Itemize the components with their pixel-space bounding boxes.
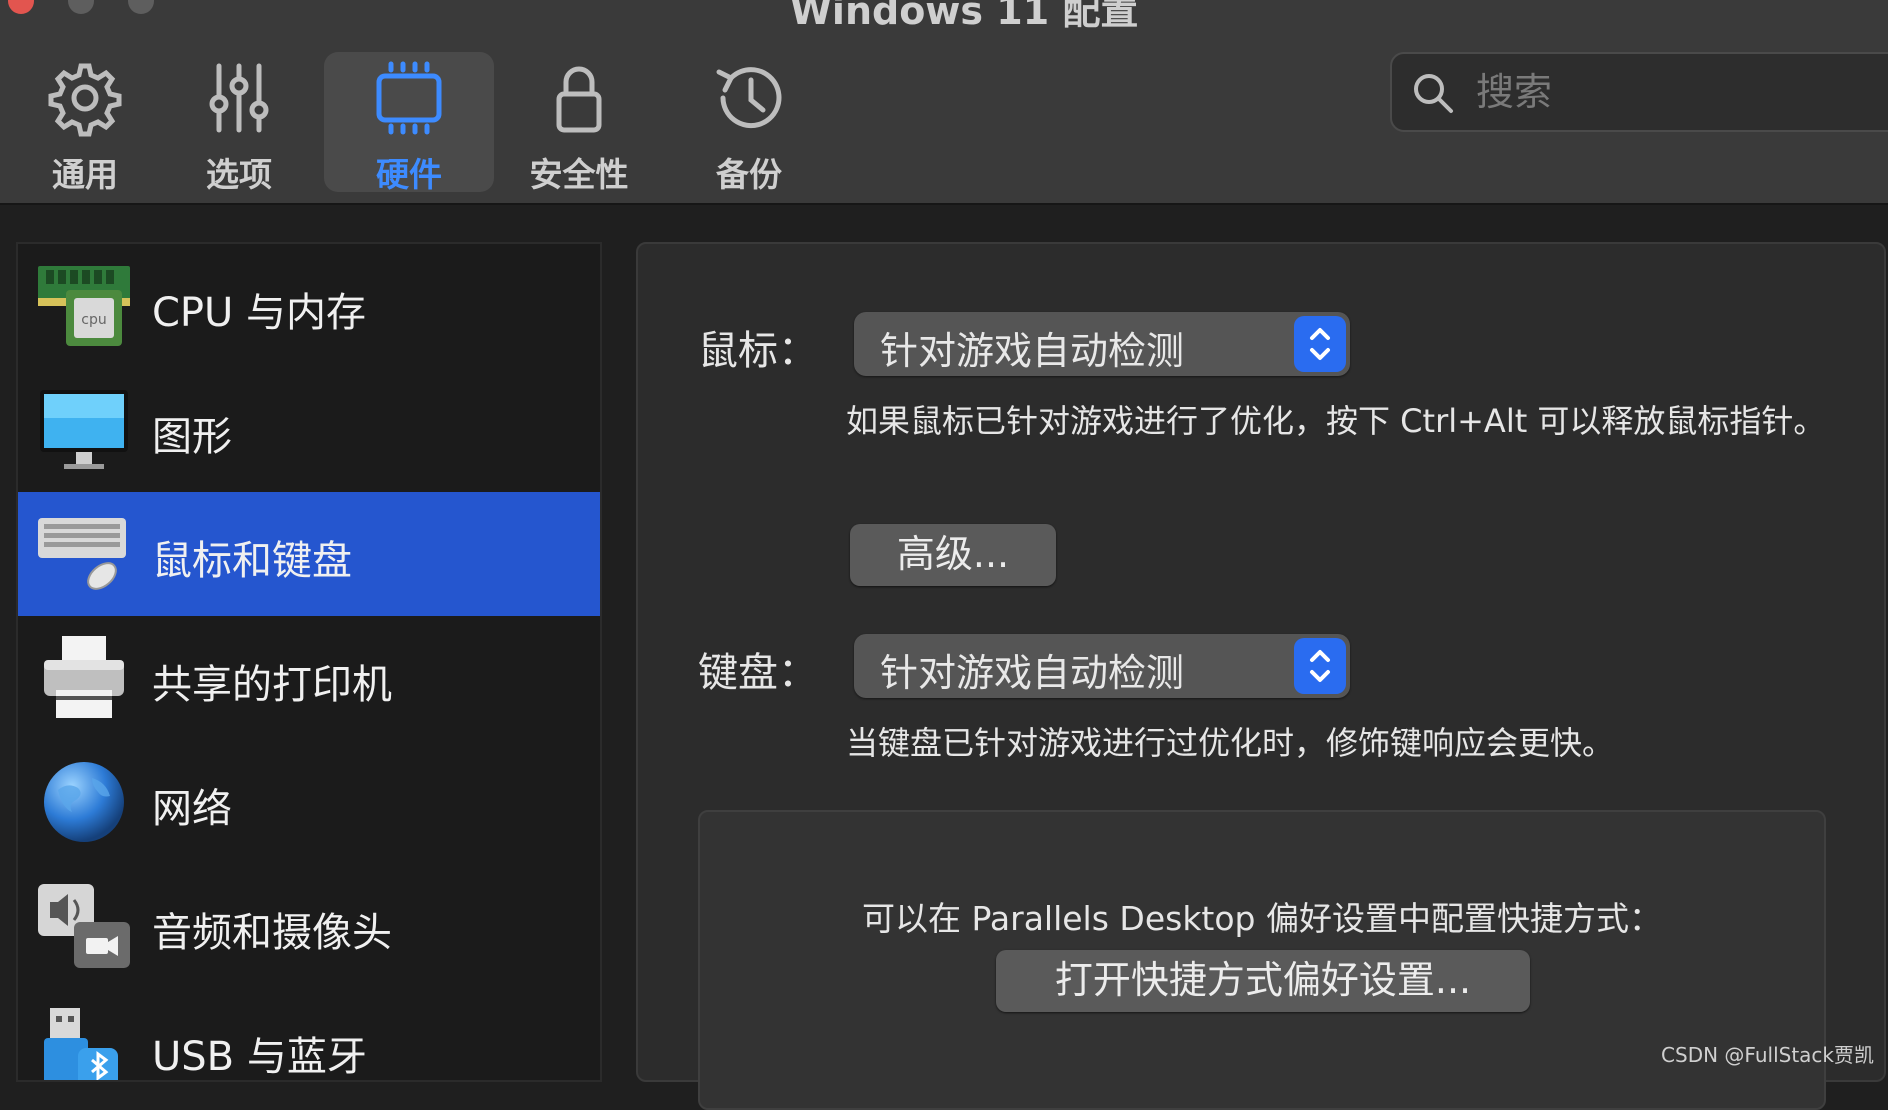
keyboard-mode-select[interactable]: 针对游戏自动检测	[854, 634, 1350, 698]
usb-bluetooth-icon	[36, 1004, 132, 1082]
chevron-up-down-icon	[1294, 316, 1346, 372]
keyboard-mode-value: 针对游戏自动检测	[880, 642, 1184, 697]
shortcuts-box: 可以在 Parallels Desktop 偏好设置中配置快捷方式： 打开快捷方…	[698, 810, 1826, 1110]
mouse-description: 如果鼠标已针对游戏进行了优化，按下 Ctrl+Alt 可以释放鼠标指针。	[846, 396, 1846, 446]
window-title: Windows 11 配置	[790, 0, 1138, 35]
tab-hardware[interactable]: 硬件	[324, 52, 494, 192]
tab-backup[interactable]: 备份	[664, 52, 834, 192]
sidebar-item-label: 共享的打印机	[152, 652, 392, 710]
tab-security[interactable]: 安全性	[494, 52, 664, 192]
printer-icon	[36, 632, 132, 724]
mouse-label: 鼠标：	[698, 318, 818, 376]
minimize-window-button[interactable]	[68, 0, 94, 14]
sidebar-item-printer[interactable]: 共享的打印机	[18, 616, 602, 740]
tab-backup-label: 备份	[664, 148, 834, 196]
open-shortcut-preferences-button[interactable]: 打开快捷方式偏好设置...	[996, 950, 1530, 1012]
sidebar-item-label: USB 与蓝牙	[152, 1024, 367, 1082]
hardware-sidebar: cpu CPU 与内存 图形 鼠标和键盘	[16, 242, 602, 1082]
sidebar-item-usb-bluetooth[interactable]: USB 与蓝牙	[18, 988, 602, 1082]
chip-icon	[369, 58, 449, 138]
settings-panel: 鼠标： 针对游戏自动检测 如果鼠标已针对游戏进行了优化，按下 Ctrl+Alt …	[636, 242, 1886, 1082]
keyboard-description: 当键盘已针对游戏进行过优化时，修饰键响应会更快。	[846, 718, 1846, 768]
sidebar-item-label: CPU 与内存	[152, 280, 366, 338]
speaker-camera-icon	[36, 880, 132, 972]
sliders-icon	[199, 58, 279, 138]
tab-options-label: 选项	[154, 148, 324, 196]
svg-text:cpu: cpu	[81, 312, 106, 328]
sidebar-item-label: 音频和摄像头	[152, 900, 392, 958]
sidebar-item-audio-camera[interactable]: 音频和摄像头	[18, 864, 602, 988]
keyboard-mouse-icon	[36, 508, 132, 600]
clock-history-icon	[709, 58, 789, 138]
search-input[interactable]	[1474, 64, 1874, 120]
globe-icon	[36, 756, 132, 848]
sidebar-item-cpu-memory[interactable]: cpu CPU 与内存	[18, 244, 602, 368]
search-icon	[1410, 70, 1456, 116]
chevron-up-down-icon	[1294, 638, 1346, 694]
tab-options[interactable]: 选项	[154, 52, 324, 192]
sidebar-item-label: 鼠标和键盘	[152, 528, 352, 586]
sidebar-item-network[interactable]: 网络	[18, 740, 602, 864]
keyboard-label: 键盘：	[698, 640, 818, 698]
close-window-button[interactable]	[8, 0, 34, 14]
tab-hardware-label: 硬件	[324, 148, 494, 196]
shortcuts-hint: 可以在 Parallels Desktop 偏好设置中配置快捷方式：	[700, 892, 1824, 940]
mouse-mode-select[interactable]: 针对游戏自动检测	[854, 312, 1350, 376]
advanced-button[interactable]: 高级...	[850, 524, 1056, 586]
search-field[interactable]	[1390, 52, 1888, 132]
gear-icon	[45, 58, 125, 138]
select-arrows	[1294, 316, 1346, 372]
window-toolbar: Windows 11 配置 通用 选项	[0, 0, 1888, 205]
zoom-window-button[interactable]	[128, 0, 154, 14]
watermark: CSDN @FullStack贾凯	[1661, 1039, 1874, 1068]
sidebar-item-mouse-keyboard[interactable]: 鼠标和键盘	[18, 492, 602, 616]
tab-security-label: 安全性	[494, 148, 664, 196]
tab-general[interactable]: 通用	[0, 52, 170, 192]
mouse-mode-value: 针对游戏自动检测	[880, 320, 1184, 375]
cpu-memory-icon: cpu	[36, 260, 132, 352]
sidebar-item-graphics[interactable]: 图形	[18, 368, 602, 492]
select-arrows	[1294, 638, 1346, 694]
sidebar-item-label: 图形	[152, 404, 232, 462]
lock-icon	[539, 58, 619, 138]
monitor-icon	[36, 384, 132, 476]
tab-general-label: 通用	[0, 148, 170, 196]
sidebar-item-label: 网络	[152, 776, 232, 834]
